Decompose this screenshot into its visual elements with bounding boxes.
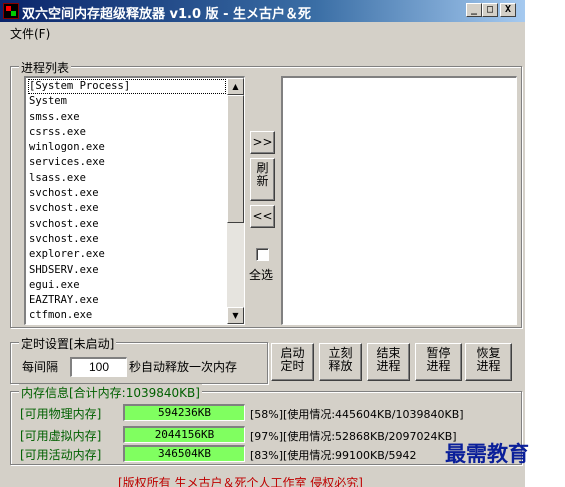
app-window: 双六空间内存超级释放器 v1.0 版 - 生メ古户＆死 _ □ X 文件(F) …	[0, 0, 525, 487]
select-all-checkbox[interactable]	[256, 248, 269, 261]
move-left-button[interactable]: <<	[250, 205, 275, 228]
minimize-icon: _	[470, 4, 478, 15]
physical-memory-label: [可用物理内存]	[20, 407, 102, 421]
arrow-down-icon: ▼	[232, 311, 239, 320]
process-list-item[interactable]: lsass.exe	[28, 171, 226, 186]
menu-bar: 文件(F)	[0, 22, 525, 42]
close-button[interactable]: X	[500, 3, 516, 17]
physical-memory-value: 594236KB	[123, 404, 245, 421]
move-right-button[interactable]: >>	[250, 131, 275, 154]
pause-process-button[interactable]: 暂停进程	[415, 343, 462, 381]
process-list-item[interactable]: [System Process]	[28, 79, 226, 95]
memory-title: 内存信息[合计内存:1039840KB]	[19, 384, 202, 401]
scroll-thumb[interactable]	[227, 95, 244, 223]
process-list-item[interactable]: services.exe	[28, 155, 226, 170]
process-list-item[interactable]: ctfmon.exe	[28, 308, 226, 323]
app-icon	[3, 3, 19, 19]
physical-memory-info: [58%][使用情况:445604KB/1039840KB]	[250, 408, 464, 421]
interval-prefix: 每间隔	[22, 360, 59, 374]
scroll-down-button[interactable]: ▼	[227, 307, 244, 324]
process-list-item[interactable]: SHDSERV.exe	[28, 263, 226, 278]
kill-process-button[interactable]: 结束进程	[367, 343, 410, 381]
process-listbox[interactable]: [System Process] System smss.exe csrss.exe w…	[24, 76, 245, 325]
watermark-text: 最需教育	[445, 441, 529, 466]
process-list-item[interactable]: smss.exe	[28, 110, 226, 125]
process-list-item[interactable]: explorer.exe	[28, 247, 226, 262]
virtual-memory-info: [97%][使用情况:52868KB/2097024KB]	[250, 430, 457, 443]
arrow-up-icon: ▲	[232, 82, 239, 91]
scroll-up-button[interactable]: ▲	[227, 78, 244, 95]
title-bar[interactable]: 双六空间内存超级释放器 v1.0 版 - 生メ古户＆死 _ □ X	[0, 0, 525, 22]
selected-process-listbox[interactable]	[281, 76, 517, 325]
maximize-button[interactable]: □	[482, 3, 498, 17]
process-list-title: 进程列表	[19, 59, 72, 76]
process-list-item[interactable]: winlogon.exe	[28, 140, 226, 155]
maximize-icon: □	[486, 4, 494, 15]
timer-title: 定时设置[未启动]	[19, 335, 117, 352]
resume-process-button[interactable]: 恢复进程	[465, 343, 512, 381]
menu-file[interactable]: 文件(F)	[10, 25, 50, 42]
interval-input[interactable]: 100	[70, 357, 127, 377]
virtual-memory-value: 2044156KB	[123, 426, 245, 443]
process-list-item[interactable]: egui.exe	[28, 278, 226, 293]
active-memory-value: 346504KB	[123, 445, 245, 462]
window-title: 双六空间内存超级释放器 v1.0 版 - 生メ古户＆死	[22, 7, 312, 22]
virtual-memory-label: [可用虚拟内存]	[20, 429, 102, 443]
minimize-button[interactable]: _	[466, 3, 482, 17]
process-list-item[interactable]: System	[28, 94, 226, 109]
refresh-button[interactable]: 刷新	[250, 158, 275, 201]
copyright-footer: [版权所有 生メ古户＆死个人工作室 侵权必究]	[118, 476, 363, 487]
release-now-button[interactable]: 立刻释放	[319, 343, 362, 381]
process-list-item[interactable]: svchost.exe	[28, 217, 226, 232]
process-scrollbar[interactable]: ▲ ▼	[227, 78, 244, 324]
interval-suffix: 秒自动释放一次内存	[129, 360, 238, 374]
close-icon: X	[504, 4, 512, 15]
active-memory-label: [可用活动内存]	[20, 448, 102, 462]
start-timer-button[interactable]: 启动定时	[271, 343, 314, 381]
select-all-label: 全选	[249, 268, 274, 282]
process-items: [System Process] System smss.exe csrss.exe w…	[28, 79, 226, 324]
process-list-item[interactable]: EAZTRAY.exe	[28, 293, 226, 308]
process-list-item[interactable]: svchost.exe	[28, 201, 226, 216]
process-list-item[interactable]: csrss.exe	[28, 125, 226, 140]
process-list-item[interactable]: svchost.exe	[28, 232, 226, 247]
process-list-item[interactable]: svchost.exe	[28, 186, 226, 201]
active-memory-info: [83%][使用情况:99100KB/5942	[250, 449, 417, 462]
